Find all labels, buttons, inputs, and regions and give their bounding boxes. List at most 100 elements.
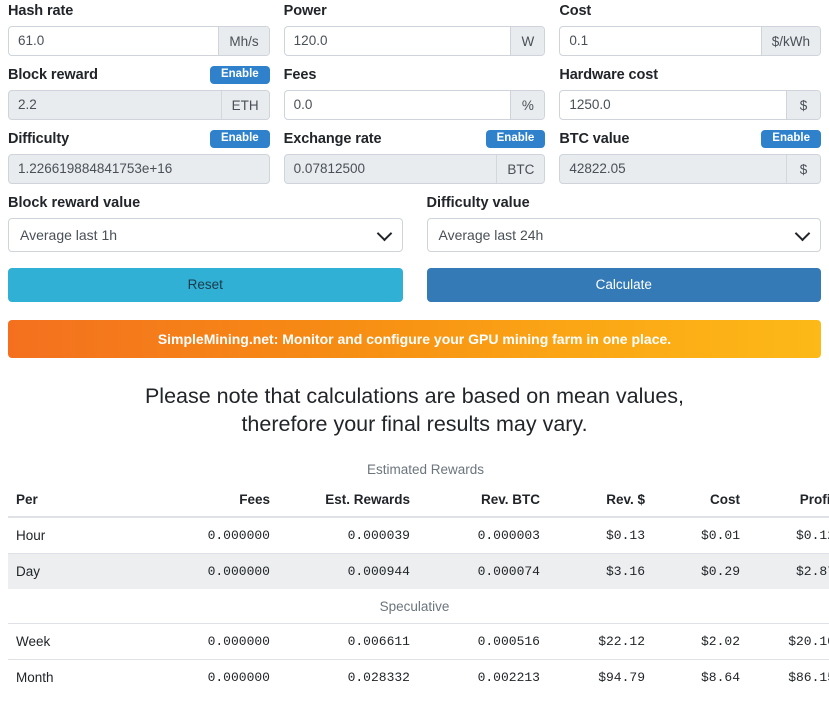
- cell-cost: $0.29: [653, 554, 748, 590]
- unit-addon: Mh/s: [218, 27, 268, 55]
- unit-addon: BTC: [496, 155, 544, 183]
- cell-rev-btc: 0.000074: [418, 554, 548, 590]
- field-cost: Cost $/kWh: [559, 0, 821, 56]
- field-power: Power W: [284, 0, 546, 56]
- cell-per: Hour: [8, 517, 158, 554]
- btc-value-input[interactable]: [560, 155, 786, 183]
- fields-grid: Hash rate Mh/s Power W Cost: [8, 0, 821, 184]
- unit-addon: $: [786, 155, 820, 183]
- cell-per: Month: [8, 660, 158, 696]
- rewards-table-wrap: Estimated Rewards Per Fees Est. Rewards …: [8, 458, 821, 695]
- disclaimer-line-1: Please note that calculations are based …: [8, 382, 821, 410]
- button-row: Reset Calculate: [8, 268, 821, 302]
- power-input[interactable]: [285, 27, 511, 55]
- column-header-profit: Profit: [748, 485, 829, 517]
- select-difficulty-value: Difficulty value Average last 24h: [427, 193, 822, 252]
- field-fees: Fees %: [284, 64, 546, 120]
- field-row: Hash rate Mh/s Power W Cost: [8, 0, 821, 56]
- table-header-row: Per Fees Est. Rewards Rev. BTC Rev. $ Co…: [8, 485, 829, 517]
- field-head: Hardware cost: [559, 64, 821, 86]
- field-head: Exchange rate Enable: [284, 128, 546, 150]
- cell-rev-usd: $22.12: [548, 624, 653, 660]
- input-group: [8, 154, 270, 184]
- input-group: $: [559, 154, 821, 184]
- enable-toggle-block-reward[interactable]: Enable: [210, 66, 270, 84]
- disclaimer-line-2: therefore your final results may vary.: [8, 410, 821, 438]
- exchange-rate-input[interactable]: [285, 155, 497, 183]
- cell-fees: 0.000000: [158, 554, 278, 590]
- input-group: %: [284, 90, 546, 120]
- enable-toggle-exchange-rate[interactable]: Enable: [486, 130, 546, 148]
- chevron-down-icon: [376, 226, 392, 242]
- field-row: Block reward Enable ETH Fees %: [8, 64, 821, 120]
- table-row: Month 0.000000 0.028332 0.002213 $94.79 …: [8, 660, 829, 696]
- cell-cost: $2.02: [653, 624, 748, 660]
- enable-toggle-difficulty[interactable]: Enable: [210, 130, 270, 148]
- select-value: Average last 1h: [20, 227, 117, 243]
- hash-rate-input[interactable]: [9, 27, 218, 55]
- cell-per: Day: [8, 554, 158, 590]
- difficulty-value-select[interactable]: Average last 24h: [427, 218, 822, 252]
- table-body-speculative: Week 0.000000 0.006611 0.000516 $22.12 $…: [8, 624, 829, 696]
- field-block-reward: Block reward Enable ETH: [8, 64, 270, 120]
- field-label: Cost: [559, 0, 591, 22]
- column-header-per: Per: [8, 485, 158, 517]
- enable-toggle-btc-value[interactable]: Enable: [761, 130, 821, 148]
- cell-cost: $0.01: [653, 517, 748, 554]
- field-head: BTC value Enable: [559, 128, 821, 150]
- field-label: Power: [284, 0, 327, 22]
- cell-profit: $2.87: [748, 554, 829, 590]
- field-head: Cost: [559, 0, 821, 22]
- cell-est-rewards: 0.006611: [278, 624, 418, 660]
- field-head: Power: [284, 0, 546, 22]
- field-label: Fees: [284, 64, 317, 86]
- field-head: Difficulty Enable: [8, 128, 270, 150]
- field-head: Block reward Enable: [8, 64, 270, 86]
- reset-button[interactable]: Reset: [8, 268, 403, 302]
- column-header-rev-btc: Rev. BTC: [418, 485, 548, 517]
- difficulty-input[interactable]: [9, 155, 269, 183]
- cell-fees: 0.000000: [158, 624, 278, 660]
- cell-rev-usd: $94.79: [548, 660, 653, 696]
- fees-input[interactable]: [285, 91, 511, 119]
- table-row: Hour 0.000000 0.000039 0.000003 $0.13 $0…: [8, 517, 829, 554]
- block-reward-input[interactable]: [9, 91, 221, 119]
- field-label: Difficulty: [8, 128, 69, 150]
- select-label: Difficulty value: [427, 193, 822, 213]
- column-header-rev-usd: Rev. $: [548, 485, 653, 517]
- cell-est-rewards: 0.000944: [278, 554, 418, 590]
- cell-fees: 0.000000: [158, 517, 278, 554]
- select-row: Block reward value Average last 1h Diffi…: [8, 193, 821, 252]
- field-row: Difficulty Enable Exchange rate Enable B…: [8, 128, 821, 184]
- cell-cost: $8.64: [653, 660, 748, 696]
- hardware-cost-input[interactable]: [560, 91, 786, 119]
- select-block-reward-value: Block reward value Average last 1h: [8, 193, 403, 252]
- block-reward-value-select[interactable]: Average last 1h: [8, 218, 403, 252]
- calculate-button[interactable]: Calculate: [427, 268, 822, 302]
- table-caption-estimated: Estimated Rewards: [8, 458, 829, 485]
- unit-addon: $/kWh: [761, 27, 820, 55]
- mining-calculator-page: Hash rate Mh/s Power W Cost: [0, 0, 829, 695]
- cell-fees: 0.000000: [158, 660, 278, 696]
- disclaimer-note: Please note that calculations are based …: [8, 382, 821, 438]
- cost-input[interactable]: [560, 27, 760, 55]
- field-head: Fees: [284, 64, 546, 86]
- unit-addon: ETH: [221, 91, 269, 119]
- cell-rev-usd: $3.16: [548, 554, 653, 590]
- cell-est-rewards: 0.028332: [278, 660, 418, 696]
- field-hardware-cost: Hardware cost $: [559, 64, 821, 120]
- field-difficulty: Difficulty Enable: [8, 128, 270, 184]
- unit-addon: $: [786, 91, 820, 119]
- unit-addon: %: [510, 91, 544, 119]
- cell-profit: $86.15: [748, 660, 829, 696]
- field-label: Block reward: [8, 64, 98, 86]
- chevron-down-icon: [795, 226, 811, 242]
- promo-banner[interactable]: SimpleMining.net: Monitor and configure …: [8, 320, 821, 358]
- input-group: $: [559, 90, 821, 120]
- rewards-table: Estimated Rewards Per Fees Est. Rewards …: [8, 458, 829, 589]
- field-label: BTC value: [559, 128, 629, 150]
- cell-rev-usd: $0.13: [548, 517, 653, 554]
- field-label: Exchange rate: [284, 128, 382, 150]
- cell-profit: $20.10: [748, 624, 829, 660]
- input-group: $/kWh: [559, 26, 821, 56]
